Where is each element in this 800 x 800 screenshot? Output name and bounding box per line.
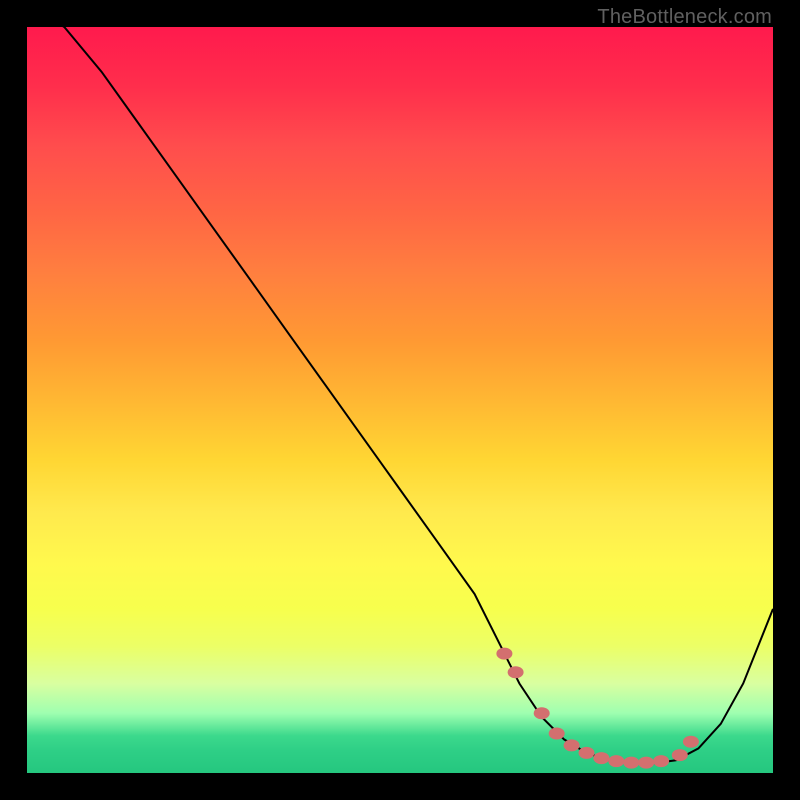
curve-marker	[496, 648, 512, 660]
curve-marker	[672, 749, 688, 761]
curve-marker	[593, 752, 609, 764]
curve-marker	[534, 707, 550, 719]
curve-marker	[638, 757, 654, 769]
curve-marker	[549, 728, 565, 740]
curve-marker	[608, 755, 624, 767]
curve-path	[27, 27, 773, 763]
chart-frame: TheBottleneck.com	[0, 0, 800, 800]
curve-markers	[496, 648, 699, 769]
curve-marker	[653, 755, 669, 767]
curve-marker	[683, 736, 699, 748]
plot-area	[27, 27, 773, 773]
curve-marker	[623, 757, 639, 769]
curve-marker	[579, 747, 595, 759]
curve-marker	[564, 739, 580, 751]
curve-layer	[27, 27, 773, 773]
watermark-text: TheBottleneck.com	[597, 6, 772, 29]
curve-marker	[508, 666, 524, 678]
bottleneck-curve	[27, 27, 773, 763]
